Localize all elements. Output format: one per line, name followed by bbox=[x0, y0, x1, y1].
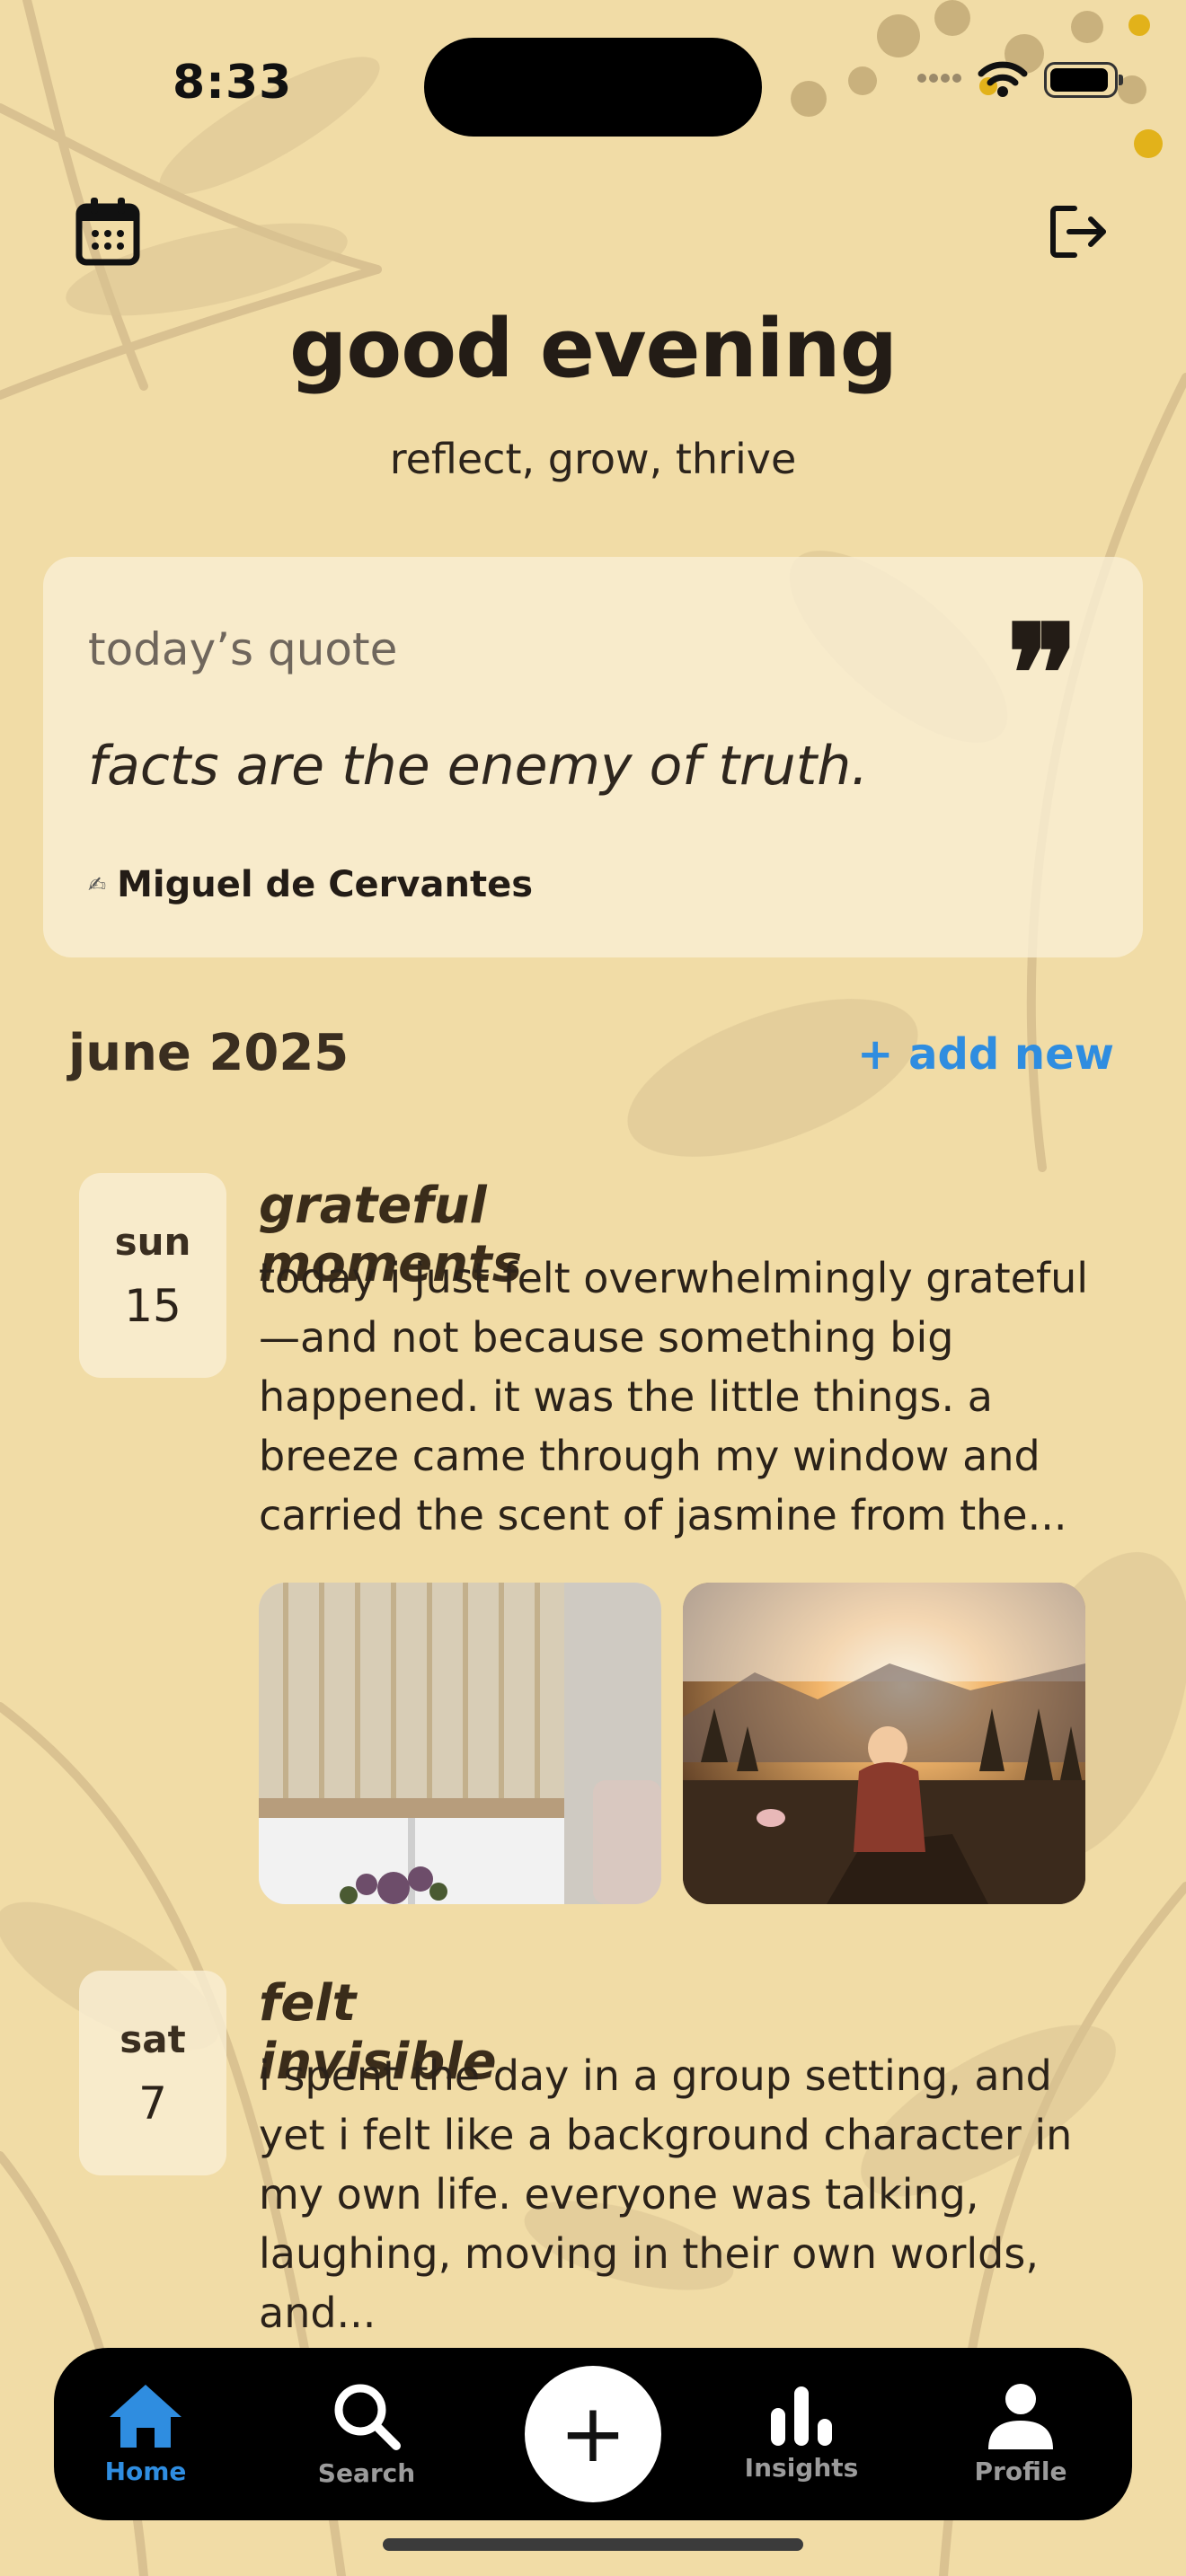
tab-bar: Home Search + Insights Profile bbox=[54, 2348, 1132, 2520]
quote-text: facts are the enemy of truth. bbox=[88, 735, 869, 798]
tab-home-label: Home bbox=[104, 2456, 187, 2486]
status-time: 8:33 bbox=[173, 56, 293, 110]
battery-icon bbox=[1044, 62, 1123, 98]
entry-body: today i just felt overwhelmingly gratefu… bbox=[259, 1254, 1089, 1539]
date-badge: sun 15 bbox=[79, 1173, 226, 1378]
entry-dow: sun bbox=[114, 1219, 191, 1264]
home-indicator bbox=[383, 2538, 803, 2551]
home-icon bbox=[110, 2384, 181, 2448]
search-icon bbox=[334, 2384, 401, 2450]
add-new-button[interactable]: + add new bbox=[857, 1029, 1114, 1080]
insights-icon bbox=[771, 2386, 832, 2446]
tab-home[interactable]: Home bbox=[74, 2348, 217, 2520]
tab-search[interactable]: Search bbox=[295, 2348, 438, 2520]
tab-insights[interactable]: Insights bbox=[730, 2348, 873, 2520]
status-icons bbox=[916, 59, 1123, 101]
month-heading: june 2025 bbox=[68, 1024, 350, 1082]
page-title: good evening bbox=[288, 302, 898, 396]
logout-button[interactable] bbox=[1044, 199, 1112, 264]
date-badge: sat 7 bbox=[79, 1971, 226, 2175]
entry-day: 7 bbox=[138, 2077, 167, 2130]
add-entry-button[interactable]: + bbox=[525, 2366, 661, 2502]
author-icon: ✍ bbox=[88, 872, 107, 897]
tab-profile[interactable]: Profile bbox=[949, 2348, 1093, 2520]
logout-icon bbox=[1050, 206, 1106, 258]
tab-profile-label: Profile bbox=[974, 2456, 1067, 2486]
calendar-icon bbox=[75, 198, 140, 266]
cellular-icon bbox=[916, 69, 961, 91]
entry-day: 15 bbox=[124, 1279, 181, 1332]
wifi-icon bbox=[978, 59, 1028, 101]
dynamic-island bbox=[424, 38, 762, 137]
entry-dow: sat bbox=[119, 2016, 186, 2061]
tab-search-label: Search bbox=[317, 2457, 416, 2488]
entry-photo-window[interactable] bbox=[259, 1583, 661, 1904]
tab-insights-label: Insights bbox=[744, 2452, 859, 2483]
entry-photo-sunset[interactable] bbox=[683, 1583, 1085, 1904]
entry-body: i spent the day in a group setting, and … bbox=[259, 2051, 1073, 2337]
quote-author: ✍ Miguel de Cervantes bbox=[88, 864, 533, 905]
quote-author-name: Miguel de Cervantes bbox=[117, 864, 533, 905]
quote-mark-icon: ❞ bbox=[1006, 595, 1079, 754]
profile-icon bbox=[988, 2383, 1053, 2449]
tagline: reflect, grow, thrive bbox=[389, 435, 797, 483]
quote-label: today’s quote bbox=[88, 623, 398, 675]
calendar-button[interactable] bbox=[74, 196, 142, 268]
